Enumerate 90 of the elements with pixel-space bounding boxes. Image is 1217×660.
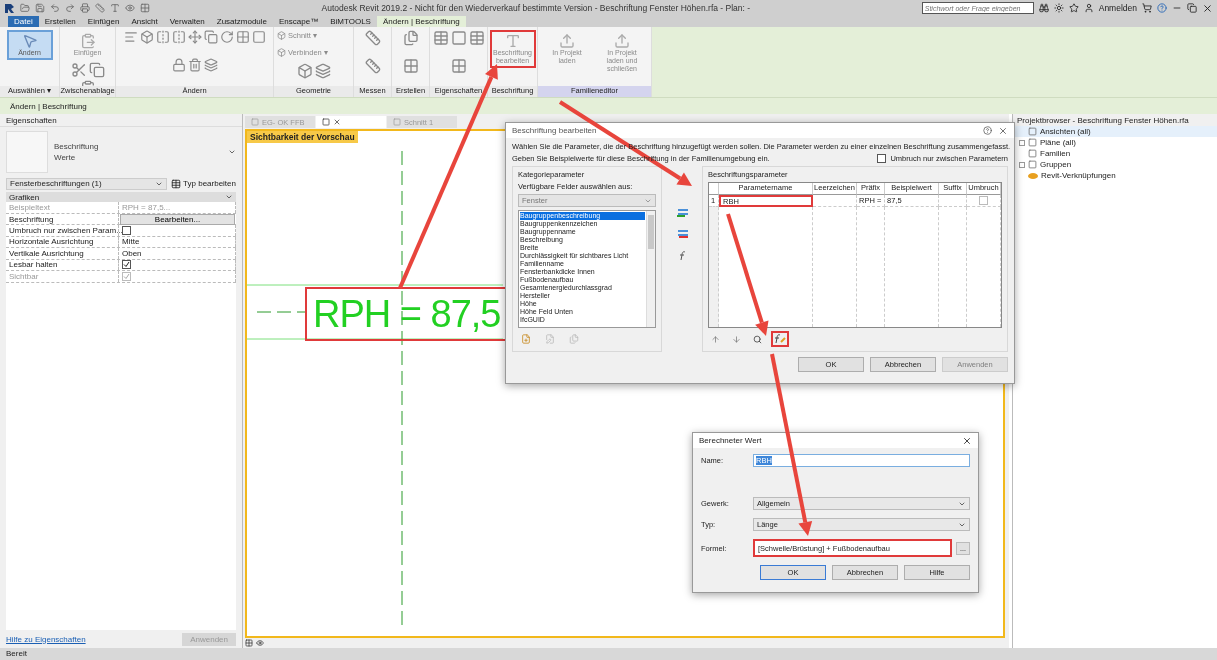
group-header[interactable]: Grafiken xyxy=(6,192,236,202)
cube-icon xyxy=(277,31,286,40)
help-link[interactable]: Hilfe zu Eigenschaften xyxy=(6,634,86,644)
app-logo-icon[interactable] xyxy=(4,2,15,14)
table-cell[interactable] xyxy=(939,195,967,207)
property-value[interactable]: Mitte xyxy=(119,236,236,247)
user-icon[interactable] xyxy=(1083,3,1094,13)
table-icon xyxy=(171,178,182,189)
expand-icon[interactable] xyxy=(1019,161,1025,168)
paste-icon xyxy=(79,33,96,49)
tree-item[interactable]: Familien xyxy=(1013,148,1217,159)
measure-icon[interactable] xyxy=(364,57,381,74)
property-name: Horizontale Ausrichtung xyxy=(6,236,119,247)
collapse-icon xyxy=(225,193,233,201)
ribbon-tab[interactable]: BiMTOOLS xyxy=(324,16,377,27)
checkbox[interactable] xyxy=(877,154,887,163)
type-preview xyxy=(6,131,48,173)
copy-icon[interactable] xyxy=(88,62,105,79)
align-icon[interactable] xyxy=(123,30,138,44)
tree-item[interactable]: Pläne (all) xyxy=(1013,137,1217,148)
ribbon-tab[interactable]: Ansicht xyxy=(125,16,164,27)
scrollbar-thumb[interactable] xyxy=(648,215,654,249)
print-icon[interactable] xyxy=(80,3,90,13)
undo-icon[interactable] xyxy=(50,3,60,13)
move-icon[interactable] xyxy=(187,30,202,44)
tree-item[interactable]: Gruppen xyxy=(1013,159,1217,170)
binoculars-icon[interactable] xyxy=(1038,3,1049,13)
tree-item[interactable]: Ansichten (all) xyxy=(1013,126,1217,137)
status-bar: Bereit xyxy=(0,648,1217,660)
table-cell[interactable] xyxy=(813,195,857,207)
panel-title: Projektbrowser - Beschriftung Fenster Höhen.rfa xyxy=(1013,114,1217,126)
rotate-icon[interactable] xyxy=(219,30,234,44)
expand-icon[interactable] xyxy=(1019,139,1025,146)
scissors-icon[interactable] xyxy=(70,62,87,79)
window-title: Autodesk Revit 2019.2 - Nicht für den Wiederverkauf bestimmte Version - Beschriftung Fenster Höhen.rfa - Plan: - xyxy=(320,3,752,13)
options-bar: Ändern | Beschriftung xyxy=(0,97,1217,114)
load-into-project-icon xyxy=(559,33,575,49)
open-icon[interactable] xyxy=(20,3,30,13)
sign-in-link[interactable]: Anmelden xyxy=(1098,3,1137,13)
scrollbar[interactable] xyxy=(646,211,655,327)
edit-button[interactable]: Bearbeiten... xyxy=(120,213,235,225)
label-preview: RPH = 87,5 xyxy=(307,289,507,339)
type-subname: Werte xyxy=(54,153,77,162)
favorites-icon[interactable] xyxy=(1068,3,1079,13)
ribbon-tab[interactable]: Verwalten xyxy=(163,16,211,27)
property-name: Lesbar halten xyxy=(6,259,119,270)
property-name: Beispieltext xyxy=(6,202,119,213)
dropdown-caret-icon[interactable] xyxy=(228,148,236,156)
ribbon-tab[interactable]: Enscape™ xyxy=(273,16,325,27)
instance-selector[interactable]: Fensterbeschriftungen (1) xyxy=(6,177,168,190)
cart-icon[interactable] xyxy=(1142,3,1152,13)
save-icon[interactable] xyxy=(35,3,45,13)
property-value[interactable]: Oben xyxy=(119,248,236,259)
ribbon-tab[interactable]: Datei xyxy=(8,16,39,27)
preview-title: Sichtbarkeit der Vorschau xyxy=(247,131,358,143)
cursor-icon xyxy=(21,33,38,49)
measure-icon[interactable] xyxy=(95,3,105,13)
delete-icon[interactable] xyxy=(187,57,202,72)
ribbon-tab[interactable]: Ändern | Beschriftung xyxy=(376,16,466,27)
dimension-icon[interactable] xyxy=(364,30,381,46)
checkbox[interactable] xyxy=(979,196,988,205)
copy-icon[interactable] xyxy=(203,30,218,44)
array-icon[interactable] xyxy=(235,30,250,44)
close-icon[interactable] xyxy=(333,118,341,126)
edit-type-button[interactable]: Typ bearbeiten xyxy=(171,178,236,189)
close-icon[interactable] xyxy=(1202,2,1213,14)
ribbon-tab[interactable]: Einfügen xyxy=(81,16,126,27)
tree-item[interactable]: Revit-Verknüpfungen xyxy=(1013,170,1217,181)
close-icon[interactable] xyxy=(962,435,972,446)
dialog-title: Beschriftung bearbeiten xyxy=(512,126,598,135)
type-name: Beschriftung xyxy=(54,142,100,151)
restore-icon[interactable] xyxy=(1187,3,1197,13)
label-edit-icon xyxy=(504,33,521,49)
help-icon[interactable] xyxy=(1157,3,1167,13)
ribbon-tab[interactable]: Erstellen xyxy=(38,16,82,27)
cube-icon xyxy=(277,47,286,57)
redo-icon[interactable] xyxy=(65,3,75,13)
panel-title: Eigenschaften xyxy=(0,114,242,127)
property-name: Sichtbar xyxy=(6,271,119,282)
dialog-title: Berechneter Wert xyxy=(699,436,763,445)
formula-edit-icon[interactable] xyxy=(771,331,789,347)
property-name: Vertikale Ausrichtung xyxy=(6,248,119,259)
help-icon[interactable] xyxy=(983,126,992,135)
property-name: Beschriftung xyxy=(6,213,119,225)
text-icon[interactable] xyxy=(110,3,120,13)
checkbox[interactable] xyxy=(122,260,131,270)
checkbox[interactable] xyxy=(122,225,131,235)
close-icon[interactable] xyxy=(998,125,1008,136)
load-into-project-icon xyxy=(614,33,630,49)
ribbon-tab[interactable]: Zusatzmodule xyxy=(210,16,274,27)
